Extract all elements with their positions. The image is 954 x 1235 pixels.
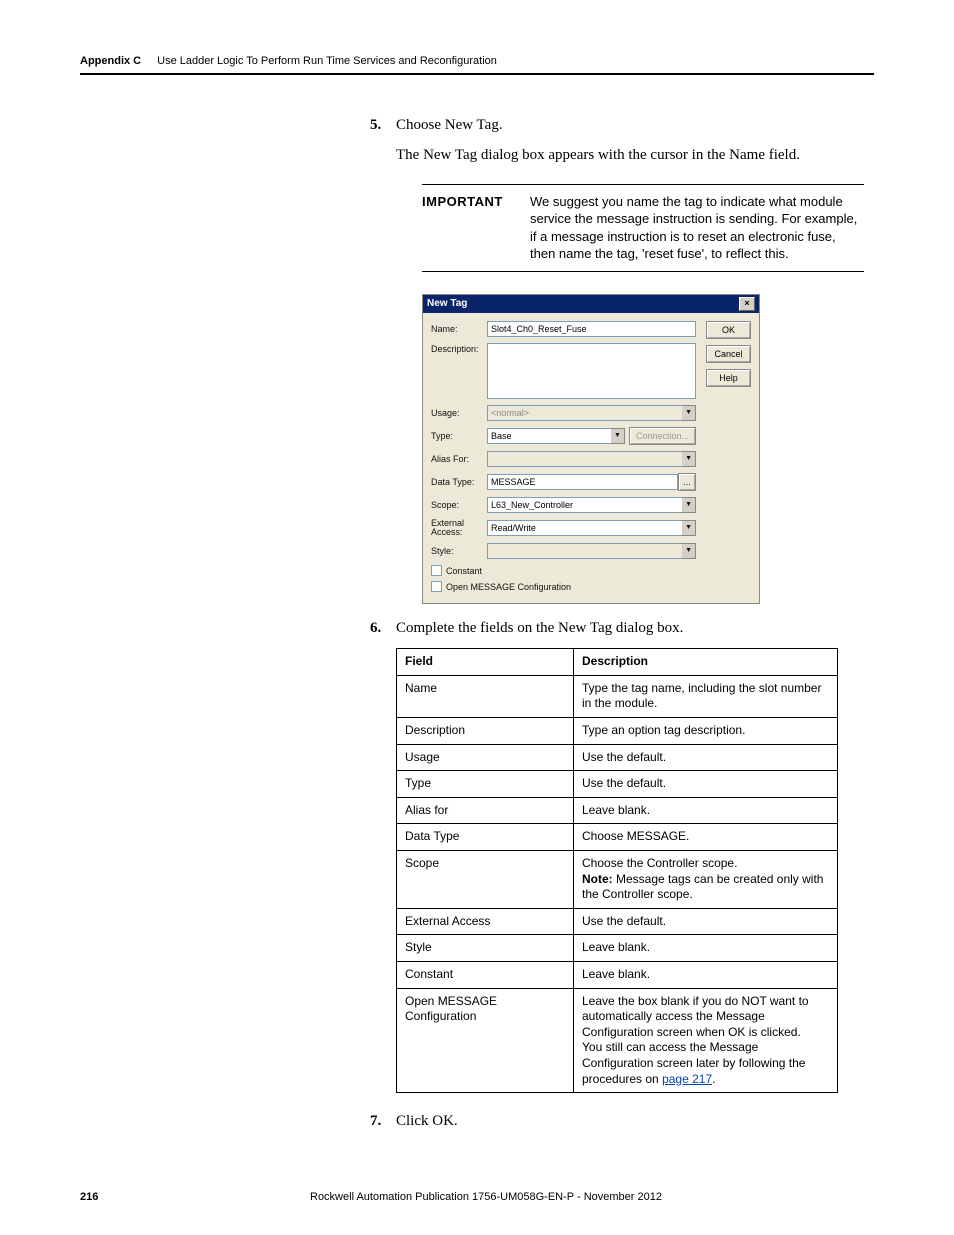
- table-cell-desc: Leave blank.: [574, 797, 838, 824]
- label-scope: Scope:: [431, 499, 487, 511]
- table-cell-desc: Use the default.: [574, 744, 838, 771]
- label-aliasfor: Alias For:: [431, 453, 487, 465]
- running-header: Appendix C Use Ladder Logic To Perform R…: [80, 55, 874, 67]
- table-header-desc: Description: [574, 649, 838, 676]
- checkbox-icon[interactable]: [431, 581, 442, 592]
- description-field[interactable]: [487, 343, 696, 399]
- chevron-down-icon[interactable]: ▼: [682, 497, 696, 513]
- cancel-button[interactable]: Cancel: [706, 345, 751, 363]
- page-footer: 216 Rockwell Automation Publication 1756…: [80, 1191, 874, 1203]
- table-cell-field: Name: [397, 675, 574, 717]
- table-cell-desc: Use the default.: [574, 771, 838, 798]
- chevron-down-icon: ▼: [682, 543, 696, 559]
- table-row: ScopeChoose the Controller scope.Note: M…: [397, 850, 838, 908]
- chevron-down-icon: ▼: [682, 451, 696, 467]
- important-body: We suggest you name the tag to indicate …: [530, 193, 860, 263]
- publication-id: Rockwell Automation Publication 1756-UM0…: [310, 1191, 874, 1203]
- table-cell-field: Constant: [397, 961, 574, 988]
- dialog-titlebar: New Tag ×: [423, 295, 759, 313]
- header-chapter: Use Ladder Logic To Perform Run Time Ser…: [157, 55, 497, 67]
- table-cell-desc: Leave blank.: [574, 935, 838, 962]
- openmsg-checkbox-label: Open MESSAGE Configuration: [446, 581, 571, 593]
- page-number: 216: [80, 1191, 310, 1203]
- aliasfor-field: [487, 451, 682, 467]
- label-type: Type:: [431, 430, 487, 442]
- label-style: Style:: [431, 545, 487, 557]
- chevron-down-icon[interactable]: ▼: [611, 428, 625, 444]
- constant-checkbox-row[interactable]: Constant: [431, 565, 696, 577]
- table-cell-field: Style: [397, 935, 574, 962]
- table-cell-field: Type: [397, 771, 574, 798]
- usage-field: [487, 405, 682, 421]
- label-externalaccess: External Access:: [431, 519, 487, 537]
- table-row: DescriptionType an option tag descriptio…: [397, 718, 838, 745]
- important-label: IMPORTANT: [422, 193, 510, 263]
- table-cell-desc: Choose MESSAGE.: [574, 824, 838, 851]
- constant-checkbox-label: Constant: [446, 565, 482, 577]
- table-cell-desc: Choose the Controller scope.Note: Messag…: [574, 850, 838, 908]
- step-5: Choose New Tag. The New Tag dialog box a…: [370, 115, 864, 604]
- table-cell-field: Alias for: [397, 797, 574, 824]
- table-row: TypeUse the default.: [397, 771, 838, 798]
- table-row: Open MESSAGE ConfigurationLeave the box …: [397, 988, 838, 1093]
- table-cell-field: Usage: [397, 744, 574, 771]
- important-callout: IMPORTANT We suggest you name the tag to…: [422, 184, 864, 272]
- table-cell-desc: Type the tag name, including the slot nu…: [574, 675, 838, 717]
- step-5-followup: The New Tag dialog box appears with the …: [396, 145, 864, 165]
- table-cell-desc: Use the default.: [574, 908, 838, 935]
- label-name: Name:: [431, 323, 487, 335]
- name-field[interactable]: [487, 321, 696, 337]
- checkbox-icon[interactable]: [431, 565, 442, 576]
- table-header-field: Field: [397, 649, 574, 676]
- step-6: Complete the fields on the New Tag dialo…: [370, 618, 864, 1093]
- datatype-browse-button[interactable]: ...: [678, 473, 696, 491]
- chevron-down-icon[interactable]: ▼: [682, 520, 696, 536]
- field-description-table: Field Description NameType the tag name,…: [396, 648, 838, 1093]
- openmsg-checkbox-row[interactable]: Open MESSAGE Configuration: [431, 581, 696, 593]
- new-tag-dialog: New Tag × Name: Description:: [422, 294, 760, 604]
- table-row: StyleLeave blank.: [397, 935, 838, 962]
- datatype-field[interactable]: [487, 474, 678, 490]
- table-cell-field: External Access: [397, 908, 574, 935]
- table-row: Data TypeChoose MESSAGE.: [397, 824, 838, 851]
- table-row: ConstantLeave blank.: [397, 961, 838, 988]
- step-5-text: Choose New Tag.: [396, 117, 503, 133]
- table-row: UsageUse the default.: [397, 744, 838, 771]
- ok-button[interactable]: OK: [706, 321, 751, 339]
- table-cell-desc: Leave the box blank if you do NOT want t…: [574, 988, 838, 1093]
- table-cell-field: Description: [397, 718, 574, 745]
- table-row: Alias forLeave blank.: [397, 797, 838, 824]
- label-description: Description:: [431, 343, 487, 355]
- table-cell-desc: Type an option tag description.: [574, 718, 838, 745]
- label-datatype: Data Type:: [431, 476, 487, 488]
- table-row: External AccessUse the default.: [397, 908, 838, 935]
- scope-field[interactable]: [487, 497, 682, 513]
- table-row: NameType the tag name, including the slo…: [397, 675, 838, 717]
- header-appendix: Appendix C: [80, 55, 141, 67]
- chevron-down-icon: ▼: [682, 405, 696, 421]
- step-6-text: Complete the fields on the New Tag dialo…: [396, 620, 683, 636]
- externalaccess-field[interactable]: [487, 520, 682, 536]
- table-cell-field: Open MESSAGE Configuration: [397, 988, 574, 1093]
- table-cell-field: Data Type: [397, 824, 574, 851]
- step-7: Click OK.: [370, 1111, 864, 1131]
- dialog-title: New Tag: [427, 297, 467, 311]
- step-7-text: Click OK.: [396, 1113, 458, 1129]
- label-usage: Usage:: [431, 407, 487, 419]
- connection-button: Connection...: [629, 427, 696, 445]
- table-cell-field: Scope: [397, 850, 574, 908]
- close-icon[interactable]: ×: [739, 297, 755, 311]
- help-button[interactable]: Help: [706, 369, 751, 387]
- header-rule: [80, 73, 874, 75]
- table-cell-desc: Leave blank.: [574, 961, 838, 988]
- type-field[interactable]: [487, 428, 611, 444]
- style-field: [487, 543, 682, 559]
